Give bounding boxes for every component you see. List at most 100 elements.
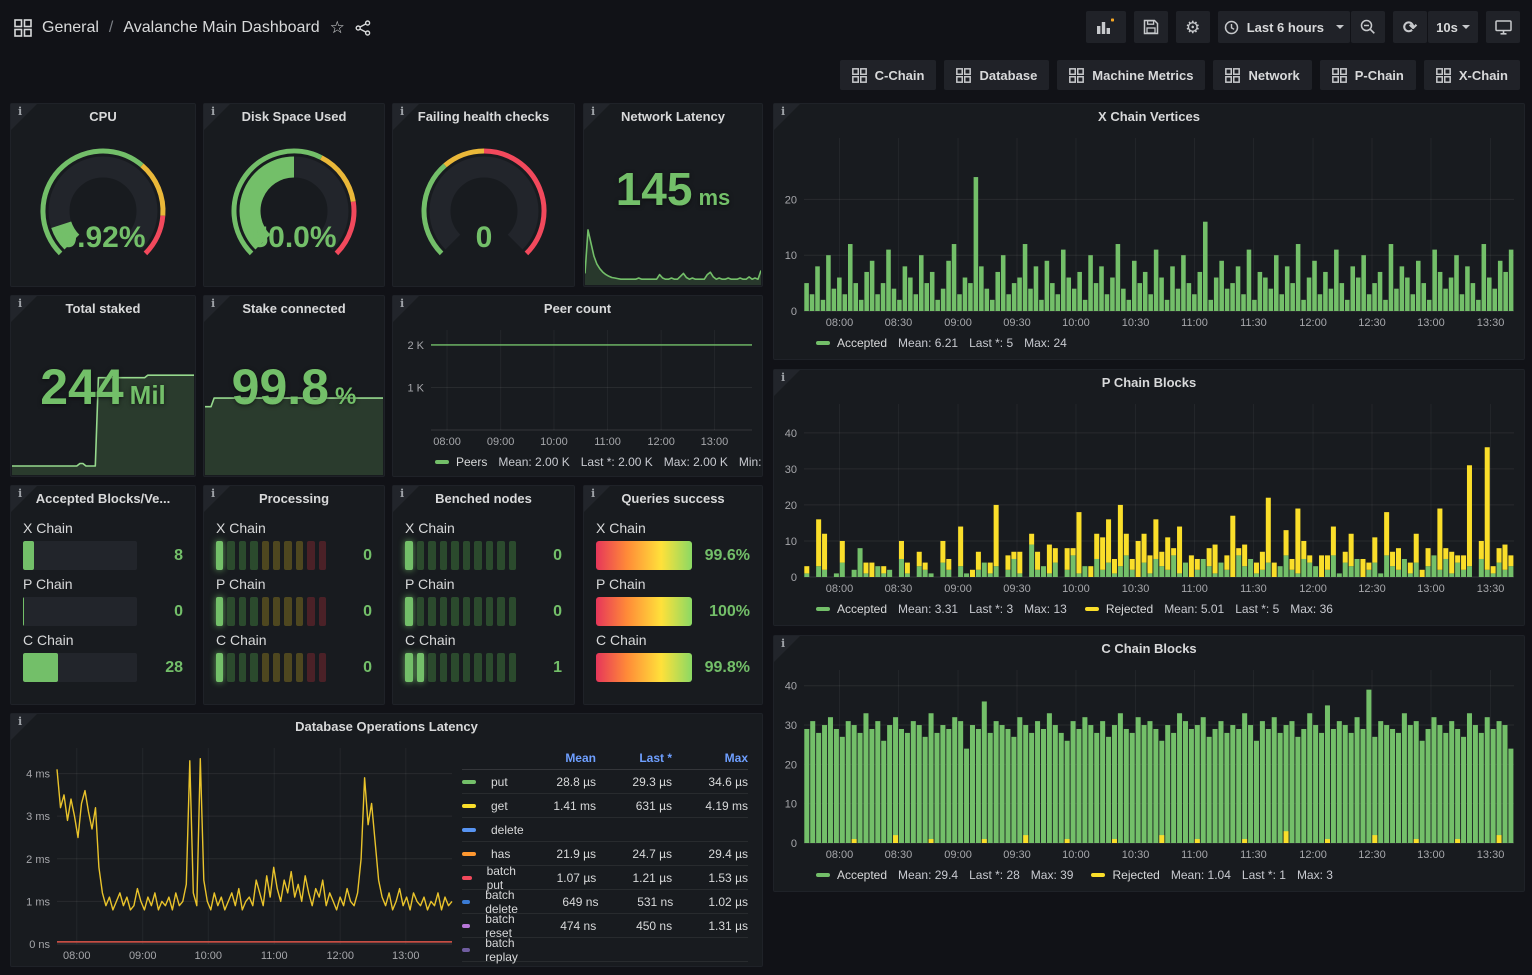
c-chain-blocks-chart[interactable]: 01020304008:0008:3009:0009:3010:0010:301… [774, 662, 1524, 863]
svg-text:12:30: 12:30 [1358, 583, 1386, 595]
panel-title[interactable]: Benched nodes [393, 486, 574, 512]
svg-text:10:00: 10:00 [1062, 849, 1090, 861]
series-toggle[interactable]: batch replay [462, 936, 524, 964]
p-chain-blocks-chart[interactable]: 01020304008:0008:3009:0009:3010:0010:301… [774, 396, 1524, 597]
panel-title[interactable]: Accepted Blocks/Ve... [11, 486, 195, 512]
panel-info-corner[interactable] [11, 486, 37, 512]
legend-item-rejected[interactable]: RejectedMean: 5.01Last *: 5Max: 36 [1085, 602, 1333, 616]
led-segment [440, 597, 448, 626]
svg-text:10:00: 10:00 [1062, 583, 1090, 595]
legend-item-accepted[interactable]: AcceptedMean: 6.21Last *: 5Max: 24 [816, 336, 1067, 350]
legend-table-header-cell[interactable]: Max [672, 751, 748, 765]
led-segment [440, 541, 448, 570]
refresh-interval-picker[interactable]: 10s [1428, 11, 1478, 43]
cycle-view-mode-button[interactable] [1486, 11, 1520, 43]
panel-title[interactable]: X Chain Vertices [774, 104, 1524, 130]
svg-text:10: 10 [785, 536, 797, 548]
led-segment [307, 541, 314, 570]
nav-link-c-chain[interactable]: C-Chain [840, 60, 937, 90]
panel-title[interactable]: Processing [204, 486, 384, 512]
svg-text:13:00: 13:00 [1417, 317, 1445, 329]
panel-info-corner[interactable] [774, 104, 800, 130]
series-toggle[interactable]: has [462, 847, 520, 861]
panel-info-corner[interactable] [204, 104, 230, 130]
panel-info-corner[interactable] [204, 486, 230, 512]
panel-title[interactable]: Stake connected [204, 296, 384, 322]
panel-title[interactable]: Disk Space Used [204, 104, 384, 130]
svg-text:30: 30 [785, 720, 797, 732]
info-icon: i [591, 488, 595, 499]
panel-info-corner[interactable] [11, 296, 37, 322]
panel-title[interactable]: CPU [11, 104, 195, 130]
series-toggle[interactable]: get [462, 799, 520, 813]
panel-info-corner[interactable] [584, 104, 610, 130]
legend-color-marker [435, 460, 449, 464]
led-segment [227, 653, 234, 682]
panel-info-corner[interactable] [774, 636, 800, 662]
panel-info-corner[interactable] [584, 486, 610, 512]
row-value: 1 [526, 659, 562, 677]
panel-net-latency: iNetwork Latency145ms [583, 103, 763, 287]
legend-table-header-cell[interactable]: Last * [596, 751, 672, 765]
panel-title[interactable]: P Chain Blocks [774, 370, 1524, 396]
panel-info-corner[interactable] [774, 370, 800, 396]
db-latency-chart[interactable]: 4 ms3 ms2 ms1 ms0 ns08:0009:0010:0011:00… [11, 740, 462, 964]
svg-text:08:30: 08:30 [885, 317, 913, 329]
legend-table-row-get: get1.41 ms631 µs4.19 ms [462, 794, 748, 818]
max-value: 29.4 µs [672, 847, 748, 861]
legend-item-rejected[interactable]: RejectedMean: 1.04Last *: 1Max: 3 [1091, 868, 1332, 882]
nav-link-p-chain[interactable]: P-Chain [1320, 60, 1416, 90]
panel-info-corner[interactable] [204, 296, 230, 322]
nav-link-machine-metrics[interactable]: Machine Metrics [1057, 60, 1205, 90]
add-panel-button[interactable] [1086, 11, 1126, 43]
x-chain-vertices-chart[interactable]: 0102008:0008:3009:0009:3010:0010:3011:00… [774, 130, 1524, 331]
svg-text:12:00: 12:00 [1299, 583, 1327, 595]
legend-color-marker [462, 828, 476, 832]
save-icon [1143, 19, 1159, 35]
peer-count-chart[interactable]: 2 K1 K08:0009:0010:0011:0012:0013:00 [393, 322, 762, 450]
panel-info-corner[interactable] [393, 486, 419, 512]
led-segment [463, 653, 471, 682]
dashboard-settings-button[interactable]: ⚙ [1176, 11, 1210, 43]
legend-item-peers[interactable]: PeersMean: 2.00 KLast *: 2.00 KMax: 2.00… [435, 455, 762, 469]
last-value: 450 ns [596, 919, 672, 933]
nav-link-database[interactable]: Database [944, 60, 1049, 90]
panel-title[interactable]: Network Latency [584, 104, 762, 130]
dashboards-grid-icon[interactable] [14, 19, 32, 37]
panel-title[interactable]: Queries success [584, 486, 762, 512]
legend-item-accepted[interactable]: AcceptedMean: 29.4Last *: 28Max: 39 [816, 868, 1073, 882]
series-toggle[interactable]: put [462, 775, 520, 789]
nav-link-x-chain[interactable]: X-Chain [1424, 60, 1520, 90]
nav-link-network[interactable]: Network [1213, 60, 1311, 90]
panel-info-corner[interactable] [11, 714, 37, 740]
legend-table-header-cell[interactable]: Mean [520, 751, 596, 765]
time-range-picker[interactable]: Last 6 hours [1218, 11, 1350, 43]
panel-info-corner[interactable] [393, 296, 419, 322]
panel-info-corner[interactable] [11, 104, 37, 130]
series-toggle[interactable]: delete [462, 823, 524, 837]
panel-title[interactable]: Total staked [11, 296, 195, 322]
legend-item-accepted[interactable]: AcceptedMean: 3.31Last *: 3Max: 13 [816, 602, 1067, 616]
panel-title[interactable]: C Chain Blocks [774, 636, 1524, 662]
panel-title[interactable]: Failing health checks [393, 104, 574, 130]
led-segment [307, 597, 314, 626]
panel-title[interactable]: Database Operations Latency [11, 714, 762, 740]
page-title[interactable]: Avalanche Main Dashboard [123, 19, 319, 37]
save-dashboard-button[interactable] [1134, 11, 1168, 43]
svg-text:12:00: 12:00 [1299, 849, 1327, 861]
led-segment [227, 597, 234, 626]
led-segment [405, 541, 413, 570]
favorite-star-icon[interactable]: ☆ [330, 18, 345, 38]
svg-text:0: 0 [791, 572, 797, 584]
breadcrumb-section[interactable]: General [42, 19, 99, 37]
refresh-button[interactable]: ⟳ [1393, 11, 1427, 43]
svg-text:13:30: 13:30 [1477, 583, 1505, 595]
breadcrumb: General / Avalanche Main Dashboard ☆ [14, 18, 371, 38]
zoom-out-time-button[interactable] [1351, 11, 1385, 43]
share-icon[interactable] [355, 20, 371, 36]
panel-info-corner[interactable] [393, 104, 419, 130]
svg-text:2 ms: 2 ms [26, 854, 50, 866]
led-segment [250, 597, 257, 626]
max-value: 4.19 ms [672, 799, 748, 813]
panel-title[interactable]: Peer count [393, 296, 762, 322]
